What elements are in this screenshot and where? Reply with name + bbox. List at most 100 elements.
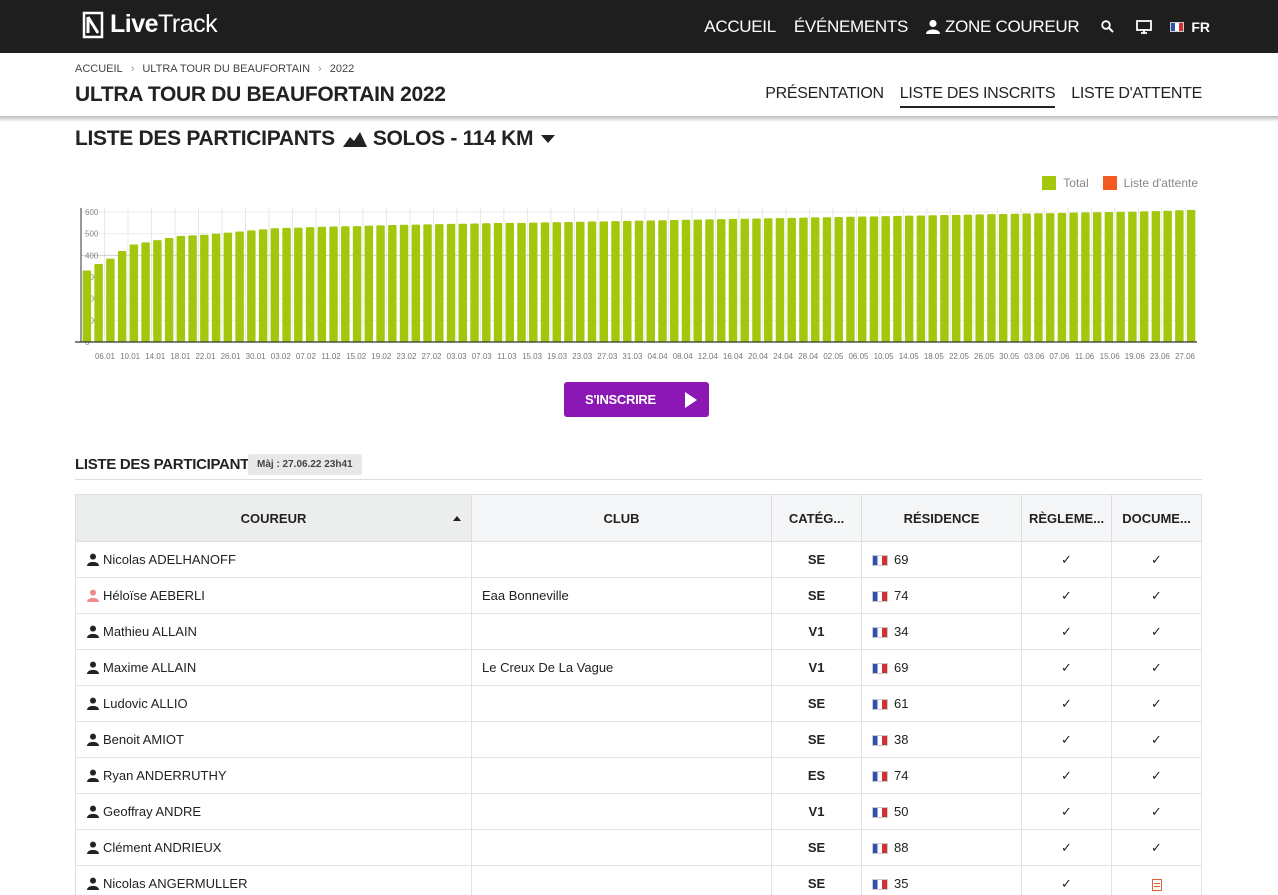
x-tick-label: 26.01: [221, 352, 242, 361]
chart-bar: [916, 215, 926, 342]
x-tick-label: 11.06: [1075, 352, 1095, 361]
chart-bar: [223, 232, 233, 342]
flag-fr-icon: [872, 555, 888, 567]
nav-runner-zone[interactable]: ZONE COUREUR: [926, 17, 1080, 37]
x-tick-label: 14.01: [145, 352, 166, 361]
chart-bar: [200, 234, 209, 342]
col-header-payment[interactable]: RÈGLEME...: [1021, 494, 1112, 542]
chart-bar: [1104, 212, 1114, 342]
cell-category: SE: [771, 577, 862, 614]
cell-runner[interactable]: Nicolas ADELHANOFF: [75, 541, 472, 578]
table-row[interactable]: Maxime ALLAIN Le Creux De La Vague V1 69 ✓ ✓: [75, 649, 1202, 686]
cell-category: SE: [771, 721, 862, 758]
col-header-documents[interactable]: DOCUME...: [1111, 494, 1202, 542]
cell-runner[interactable]: Ryan ANDERRUTHY: [75, 757, 472, 794]
check-icon: ✓: [1151, 695, 1162, 711]
breadcrumb-event[interactable]: ULTRA TOUR DU BEAUFORTAIN: [142, 63, 310, 75]
tab-registrants[interactable]: LISTE DES INSCRITS: [899, 85, 1056, 108]
register-button[interactable]: S'INSCRIRE: [564, 382, 709, 417]
chart-bar: [235, 231, 244, 342]
check-icon: ✓: [1061, 803, 1072, 819]
y-tick-label: 400: [85, 251, 99, 260]
chart-bar: [106, 258, 115, 342]
table-row[interactable]: Mathieu ALLAIN V1 34 ✓ ✓: [75, 613, 1202, 650]
cell-runner[interactable]: Nicolas ANGERMULLER: [75, 865, 472, 895]
chart-bar: [705, 219, 714, 342]
chart-bar: [376, 225, 385, 342]
table-row[interactable]: Nicolas ADELHANOFF SE 69 ✓ ✓: [75, 541, 1202, 578]
cell-club: [471, 613, 772, 650]
chart-bar: [247, 230, 256, 342]
chart-bar: [129, 244, 139, 342]
x-tick-label: 23.03: [572, 352, 593, 361]
chart-bar: [1092, 212, 1102, 342]
check-icon: ✓: [1151, 839, 1162, 855]
check-icon: ✓: [1061, 623, 1072, 639]
male-runner-icon: [87, 697, 99, 710]
livetrack-logo-icon: [82, 11, 104, 38]
cell-category: SE: [771, 541, 862, 578]
chart-bar: [364, 225, 374, 342]
legend-item-total[interactable]: Total: [1042, 176, 1089, 190]
check-icon: ✓: [1061, 767, 1072, 783]
language-selector[interactable]: FR: [1170, 19, 1210, 35]
check-icon: ✓: [1151, 803, 1162, 819]
chart-bar: [282, 227, 291, 342]
table-row[interactable]: Nicolas ANGERMULLER SE 35 ✓: [75, 865, 1202, 895]
cell-runner[interactable]: Benoit AMIOT: [75, 721, 472, 758]
table-row[interactable]: Ryan ANDERRUTHY ES 74 ✓ ✓: [75, 757, 1202, 794]
male-runner-icon: [87, 661, 99, 674]
chart-bar: [846, 216, 855, 342]
chart-bar: [658, 220, 667, 342]
cell-payment: ✓: [1021, 721, 1112, 758]
check-icon: ✓: [1151, 623, 1162, 639]
cell-residence: 38: [861, 721, 1022, 758]
cell-category: SE: [771, 685, 862, 722]
chart-bar: [1057, 212, 1067, 342]
cell-runner[interactable]: Geoffray ANDRE: [75, 793, 472, 830]
user-icon: [926, 19, 941, 34]
cell-runner[interactable]: Mathieu ALLAIN: [75, 613, 472, 650]
table-row[interactable]: Benoit AMIOT SE 38 ✓ ✓: [75, 721, 1202, 758]
search-button[interactable]: [1101, 20, 1115, 33]
breadcrumb-year: 2022: [329, 63, 355, 75]
table-row[interactable]: Ludovic ALLIO SE 61 ✓ ✓: [75, 685, 1202, 722]
cell-runner[interactable]: Ludovic ALLIO: [75, 685, 472, 722]
x-tick-label: 22.05: [949, 352, 970, 361]
cell-residence: 69: [861, 649, 1022, 686]
flag-fr-icon: [872, 627, 888, 639]
col-header-runner[interactable]: COUREUR: [75, 494, 472, 542]
table-row[interactable]: Héloïse AEBERLI Eaa Bonneville SE 74 ✓ ✓: [75, 577, 1202, 614]
monitor-icon: [1136, 19, 1153, 34]
nav-events[interactable]: ÉVÉNEMENTS: [794, 17, 908, 37]
table-row[interactable]: Geoffray ANDRE V1 50 ✓ ✓: [75, 793, 1202, 830]
chevron-right-icon: ›: [318, 63, 322, 75]
display-button[interactable]: [1136, 19, 1153, 34]
chart-bar: [388, 225, 397, 342]
chart-bar: [399, 224, 409, 342]
cell-residence: 34: [861, 613, 1022, 650]
col-header-club[interactable]: CLUB: [471, 494, 772, 542]
race-selector[interactable]: SOLOS - 114 KM: [372, 127, 556, 151]
cell-club: [471, 865, 772, 895]
tab-waiting-list[interactable]: LISTE D'ATTENTE: [1071, 85, 1202, 108]
chart-bar: [493, 223, 503, 342]
table-row[interactable]: Clément ANDRIEUX SE 88 ✓ ✓: [75, 829, 1202, 866]
legend-item-waiting[interactable]: Liste d'attente: [1102, 176, 1198, 190]
x-tick-label: 22.01: [195, 352, 216, 361]
race-selector-label: SOLOS - 114 KM: [372, 127, 534, 150]
check-icon: ✓: [1061, 551, 1072, 567]
brand-logo[interactable]: LiveTrack: [82, 10, 218, 39]
chart-bar: [258, 229, 268, 342]
cell-runner[interactable]: Héloïse AEBERLI: [75, 577, 472, 614]
breadcrumb-home[interactable]: ACCUEIL: [75, 63, 123, 75]
nav-home[interactable]: ACCUEIL: [704, 17, 776, 37]
col-header-residence[interactable]: RÉSIDENCE: [861, 494, 1022, 542]
chart-bar: [951, 214, 961, 342]
cell-runner[interactable]: Maxime ALLAIN: [75, 649, 472, 686]
col-header-category[interactable]: CATÉG...: [771, 494, 862, 542]
cell-club: Eaa Bonneville: [471, 577, 772, 614]
cell-runner[interactable]: Clément ANDRIEUX: [75, 829, 472, 866]
tab-presentation[interactable]: PRÉSENTATION: [765, 85, 884, 108]
legend-swatch-waiting: [1102, 176, 1117, 190]
